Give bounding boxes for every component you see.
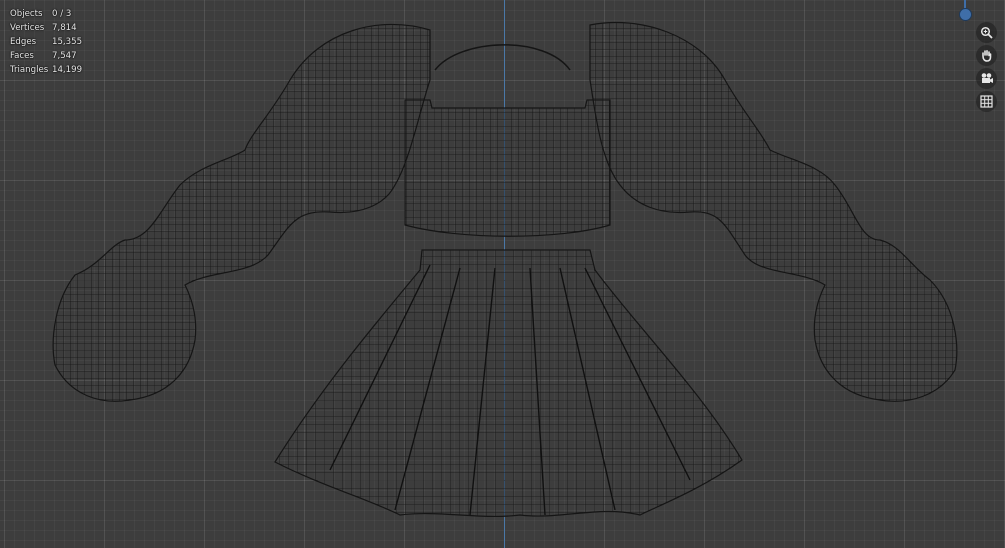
stat-value: 0 / 3: [52, 9, 72, 19]
zoom-icon: [980, 26, 993, 39]
stat-value: 15,355: [52, 37, 83, 47]
stat-triangles: Triangles 14,199: [10, 63, 82, 77]
camera-view-icon: [981, 73, 993, 83]
camera-view-button[interactable]: [976, 68, 997, 89]
stat-objects: Objects 0 / 3: [10, 7, 82, 21]
stat-edges: Edges 15,355: [10, 35, 82, 49]
bodice: [404, 99, 611, 237]
statistics-overlay: Objects 0 / 3 Vertices 7,814 Edges 15,35…: [10, 7, 82, 77]
stat-label: Triangles: [10, 65, 49, 75]
navigation-gizmo-axis-ball[interactable]: [959, 8, 972, 21]
skirt: [274, 249, 743, 518]
neckline: [434, 44, 571, 71]
stat-value: 7,547: [52, 51, 77, 61]
3d-viewport[interactable]: Objects 0 / 3 Vertices 7,814 Edges 15,35…: [0, 0, 1005, 548]
ortho-toggle-button[interactable]: [976, 91, 997, 112]
stat-vertices: Vertices 7,814: [10, 21, 82, 35]
stat-label: Edges: [10, 37, 37, 47]
stat-value: 7,814: [52, 23, 77, 33]
pan-button[interactable]: [976, 45, 997, 66]
stat-label: Faces: [10, 51, 34, 61]
zoom-button[interactable]: [976, 22, 997, 43]
stat-faces: Faces 7,547: [10, 49, 82, 63]
hand-pan-icon: [982, 50, 992, 62]
stat-label: Vertices: [10, 23, 45, 33]
stat-label: Objects: [10, 9, 43, 19]
ortho-grid-icon: [980, 95, 993, 108]
stat-value: 14,199: [52, 65, 83, 75]
wireframe-mesh[interactable]: [0, 0, 1005, 548]
